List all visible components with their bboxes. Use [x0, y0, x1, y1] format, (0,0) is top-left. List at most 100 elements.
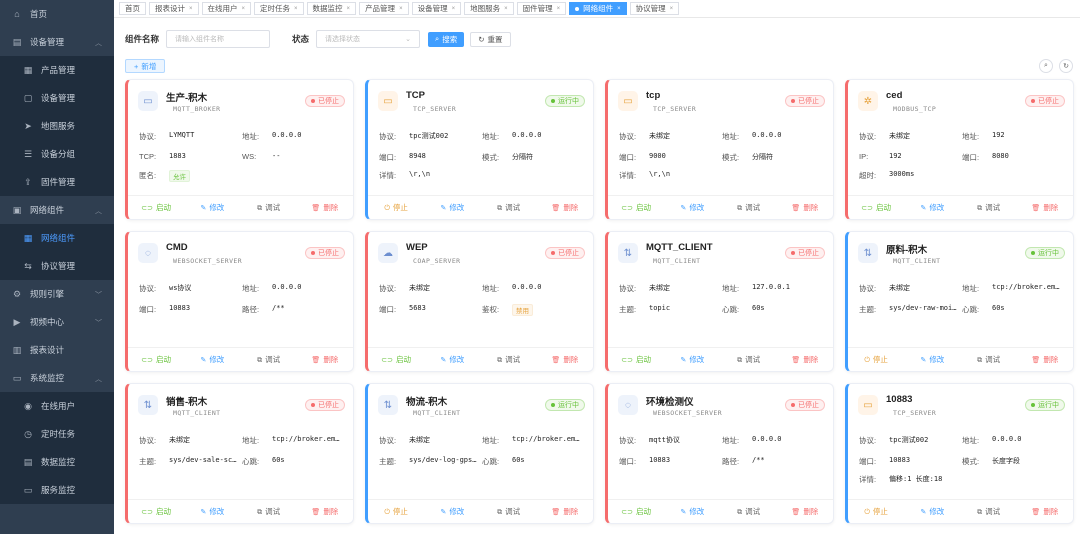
tab-item[interactable]: 首页	[119, 2, 146, 15]
sidebar-item[interactable]: ▭ 系统监控 ︿	[0, 364, 114, 392]
tab-item[interactable]: 报表设计 ×	[149, 2, 199, 15]
delete-button[interactable]: 🗑 删除	[777, 354, 833, 365]
start-button[interactable]: ⊂⊃ 启动	[128, 354, 184, 365]
edit-button[interactable]: ✎ 修改	[904, 202, 960, 213]
add-button[interactable]: + 新增	[125, 59, 166, 73]
delete-button[interactable]: 🗑 删除	[1017, 202, 1073, 213]
tab-item[interactable]: 产品管理 ×	[359, 2, 409, 15]
delete-button[interactable]: 🗑 删除	[297, 506, 353, 517]
edit-button[interactable]: ✎ 修改	[184, 506, 240, 517]
delete-button[interactable]: 🗑 删除	[297, 354, 353, 365]
close-icon[interactable]: ×	[399, 6, 403, 12]
close-icon[interactable]: ×	[189, 6, 193, 12]
delete-button[interactable]: 🗑 删除	[537, 202, 593, 213]
delete-button[interactable]: 🗑 删除	[537, 354, 593, 365]
refresh-button[interactable]: ↻	[1059, 59, 1073, 73]
sidebar-item[interactable]: ▤ 设备管理 ︿	[0, 28, 114, 56]
start-button[interactable]: ⊂⊃ 启动	[608, 506, 664, 517]
sidebar-item[interactable]: ▦ 网络组件	[0, 224, 114, 252]
start-button[interactable]: ⊂⊃ 启动	[608, 202, 664, 213]
sidebar-item[interactable]: ▦ 产品管理	[0, 56, 114, 84]
debug-button[interactable]: ⧉ 调试	[481, 202, 537, 213]
start-button[interactable]: ⊂⊃ 启动	[128, 202, 184, 213]
edit-button[interactable]: ✎ 修改	[904, 354, 960, 365]
close-icon[interactable]: ×	[347, 6, 351, 12]
edit-button[interactable]: ✎ 修改	[904, 506, 960, 517]
edit-button[interactable]: ✎ 修改	[424, 506, 480, 517]
delete-button[interactable]: 🗑 删除	[537, 506, 593, 517]
close-icon[interactable]: ×	[617, 6, 621, 12]
field-label: 超时:	[859, 171, 877, 180]
edit-button[interactable]: ✎ 修改	[184, 202, 240, 213]
stop-button[interactable]: ⏻ 停止	[848, 354, 904, 365]
card-field: 模式: 分隔符	[482, 152, 533, 163]
start-button[interactable]: ⊂⊃ 启动	[608, 354, 664, 365]
toggle-search-button[interactable]: ⌕	[1039, 59, 1053, 73]
debug-button[interactable]: ⧉ 调试	[241, 354, 297, 365]
sidebar-item[interactable]: ▭ 服务监控	[0, 476, 114, 504]
delete-button[interactable]: 🗑 删除	[297, 202, 353, 213]
delete-button[interactable]: 🗑 删除	[1017, 506, 1073, 517]
sidebar-item[interactable]: ⇪ 固件管理	[0, 168, 114, 196]
card-field: IP: 192	[859, 152, 902, 161]
tab-item[interactable]: 定时任务 ×	[254, 2, 304, 15]
close-icon[interactable]: ×	[242, 6, 246, 12]
close-icon[interactable]: ×	[557, 6, 561, 12]
sidebar-item[interactable]: ▶ 视频中心 ﹀	[0, 308, 114, 336]
debug-button[interactable]: ⧉ 调试	[481, 506, 537, 517]
sidebar-item[interactable]: ▤ 数据监控	[0, 448, 114, 476]
edit-button[interactable]: ✎ 修改	[664, 354, 720, 365]
start-button[interactable]: ⊂⊃ 启动	[368, 354, 424, 365]
sidebar-item[interactable]: ◷ 定时任务	[0, 420, 114, 448]
tab-item[interactable]: 固件管理 ×	[516, 2, 567, 15]
stop-button[interactable]: ⏻ 停止	[848, 506, 904, 517]
sidebar-item[interactable]: ➤ 地图服务	[0, 112, 114, 140]
debug-button[interactable]: ⧉ 调试	[961, 354, 1017, 365]
edit-button[interactable]: ✎ 修改	[184, 354, 240, 365]
tab-item[interactable]: 在线用户 ×	[201, 2, 252, 15]
tab-item[interactable]: 设备管理 ×	[411, 2, 462, 15]
debug-button[interactable]: ⧉ 调试	[961, 506, 1017, 517]
stop-button[interactable]: ⏻ 停止	[368, 202, 424, 213]
debug-button[interactable]: ⧉ 调试	[481, 354, 537, 365]
sidebar-item[interactable]: ☰ 设备分组	[0, 140, 114, 168]
debug-button[interactable]: ⧉ 调试	[241, 202, 297, 213]
debug-button[interactable]: ⧉ 调试	[721, 354, 777, 365]
tab-item[interactable]: 网络组件 ×	[569, 2, 627, 15]
close-icon[interactable]: ×	[452, 6, 456, 12]
edit-button[interactable]: ✎ 修改	[664, 506, 720, 517]
edit-button[interactable]: ✎ 修改	[424, 354, 480, 365]
delete-button[interactable]: 🗑 删除	[777, 506, 833, 517]
stop-button[interactable]: ⏻ 停止	[368, 506, 424, 517]
delete-button[interactable]: 🗑 删除	[1017, 354, 1073, 365]
debug-button[interactable]: ⧉ 调试	[721, 202, 777, 213]
debug-button-label: 调试	[505, 507, 521, 516]
component-name-input[interactable]: 请输入组件名称	[166, 30, 271, 48]
sidebar-item[interactable]: ⌂ 首页	[0, 0, 114, 28]
close-icon[interactable]: ×	[294, 6, 298, 12]
debug-button[interactable]: ⧉ 调试	[721, 506, 777, 517]
start-button[interactable]: ⊂⊃ 启动	[128, 506, 184, 517]
sidebar-item[interactable]: ▣ 网络组件 ︿	[0, 196, 114, 224]
reset-button[interactable]: ↻ 重置	[470, 31, 511, 47]
close-icon[interactable]: ×	[670, 6, 674, 12]
debug-button[interactable]: ⧉ 调试	[241, 506, 297, 517]
tab-item[interactable]: 协议管理 ×	[629, 2, 680, 15]
sidebar-item[interactable]: ▥ 报表设计	[0, 336, 114, 364]
debug-button[interactable]: ⧉ 调试	[961, 202, 1017, 213]
sidebar-item[interactable]: ⇆ 协议管理	[0, 252, 114, 280]
tab-item[interactable]: 数据监控 ×	[306, 2, 357, 15]
delete-button[interactable]: 🗑 删除	[777, 202, 833, 213]
status-select[interactable]: 请选择状态 ⌄	[316, 30, 421, 48]
card-field: 主题: topic	[619, 304, 670, 315]
edit-button[interactable]: ✎ 修改	[664, 202, 720, 213]
sidebar-item[interactable]: ◉ 在线用户	[0, 392, 114, 420]
search-button[interactable]: ⌕ 搜索	[428, 31, 465, 47]
sidebar-item[interactable]: ⚙ 规则引擎 ﹀	[0, 280, 114, 308]
edit-button-label: 修改	[929, 355, 945, 364]
close-icon[interactable]: ×	[504, 6, 508, 12]
tab-item[interactable]: 地图服务 ×	[464, 2, 514, 15]
sidebar-item[interactable]: ▢ 设备管理	[0, 84, 114, 112]
edit-button[interactable]: ✎ 修改	[424, 202, 480, 213]
start-button[interactable]: ⊂⊃ 启动	[848, 202, 904, 213]
